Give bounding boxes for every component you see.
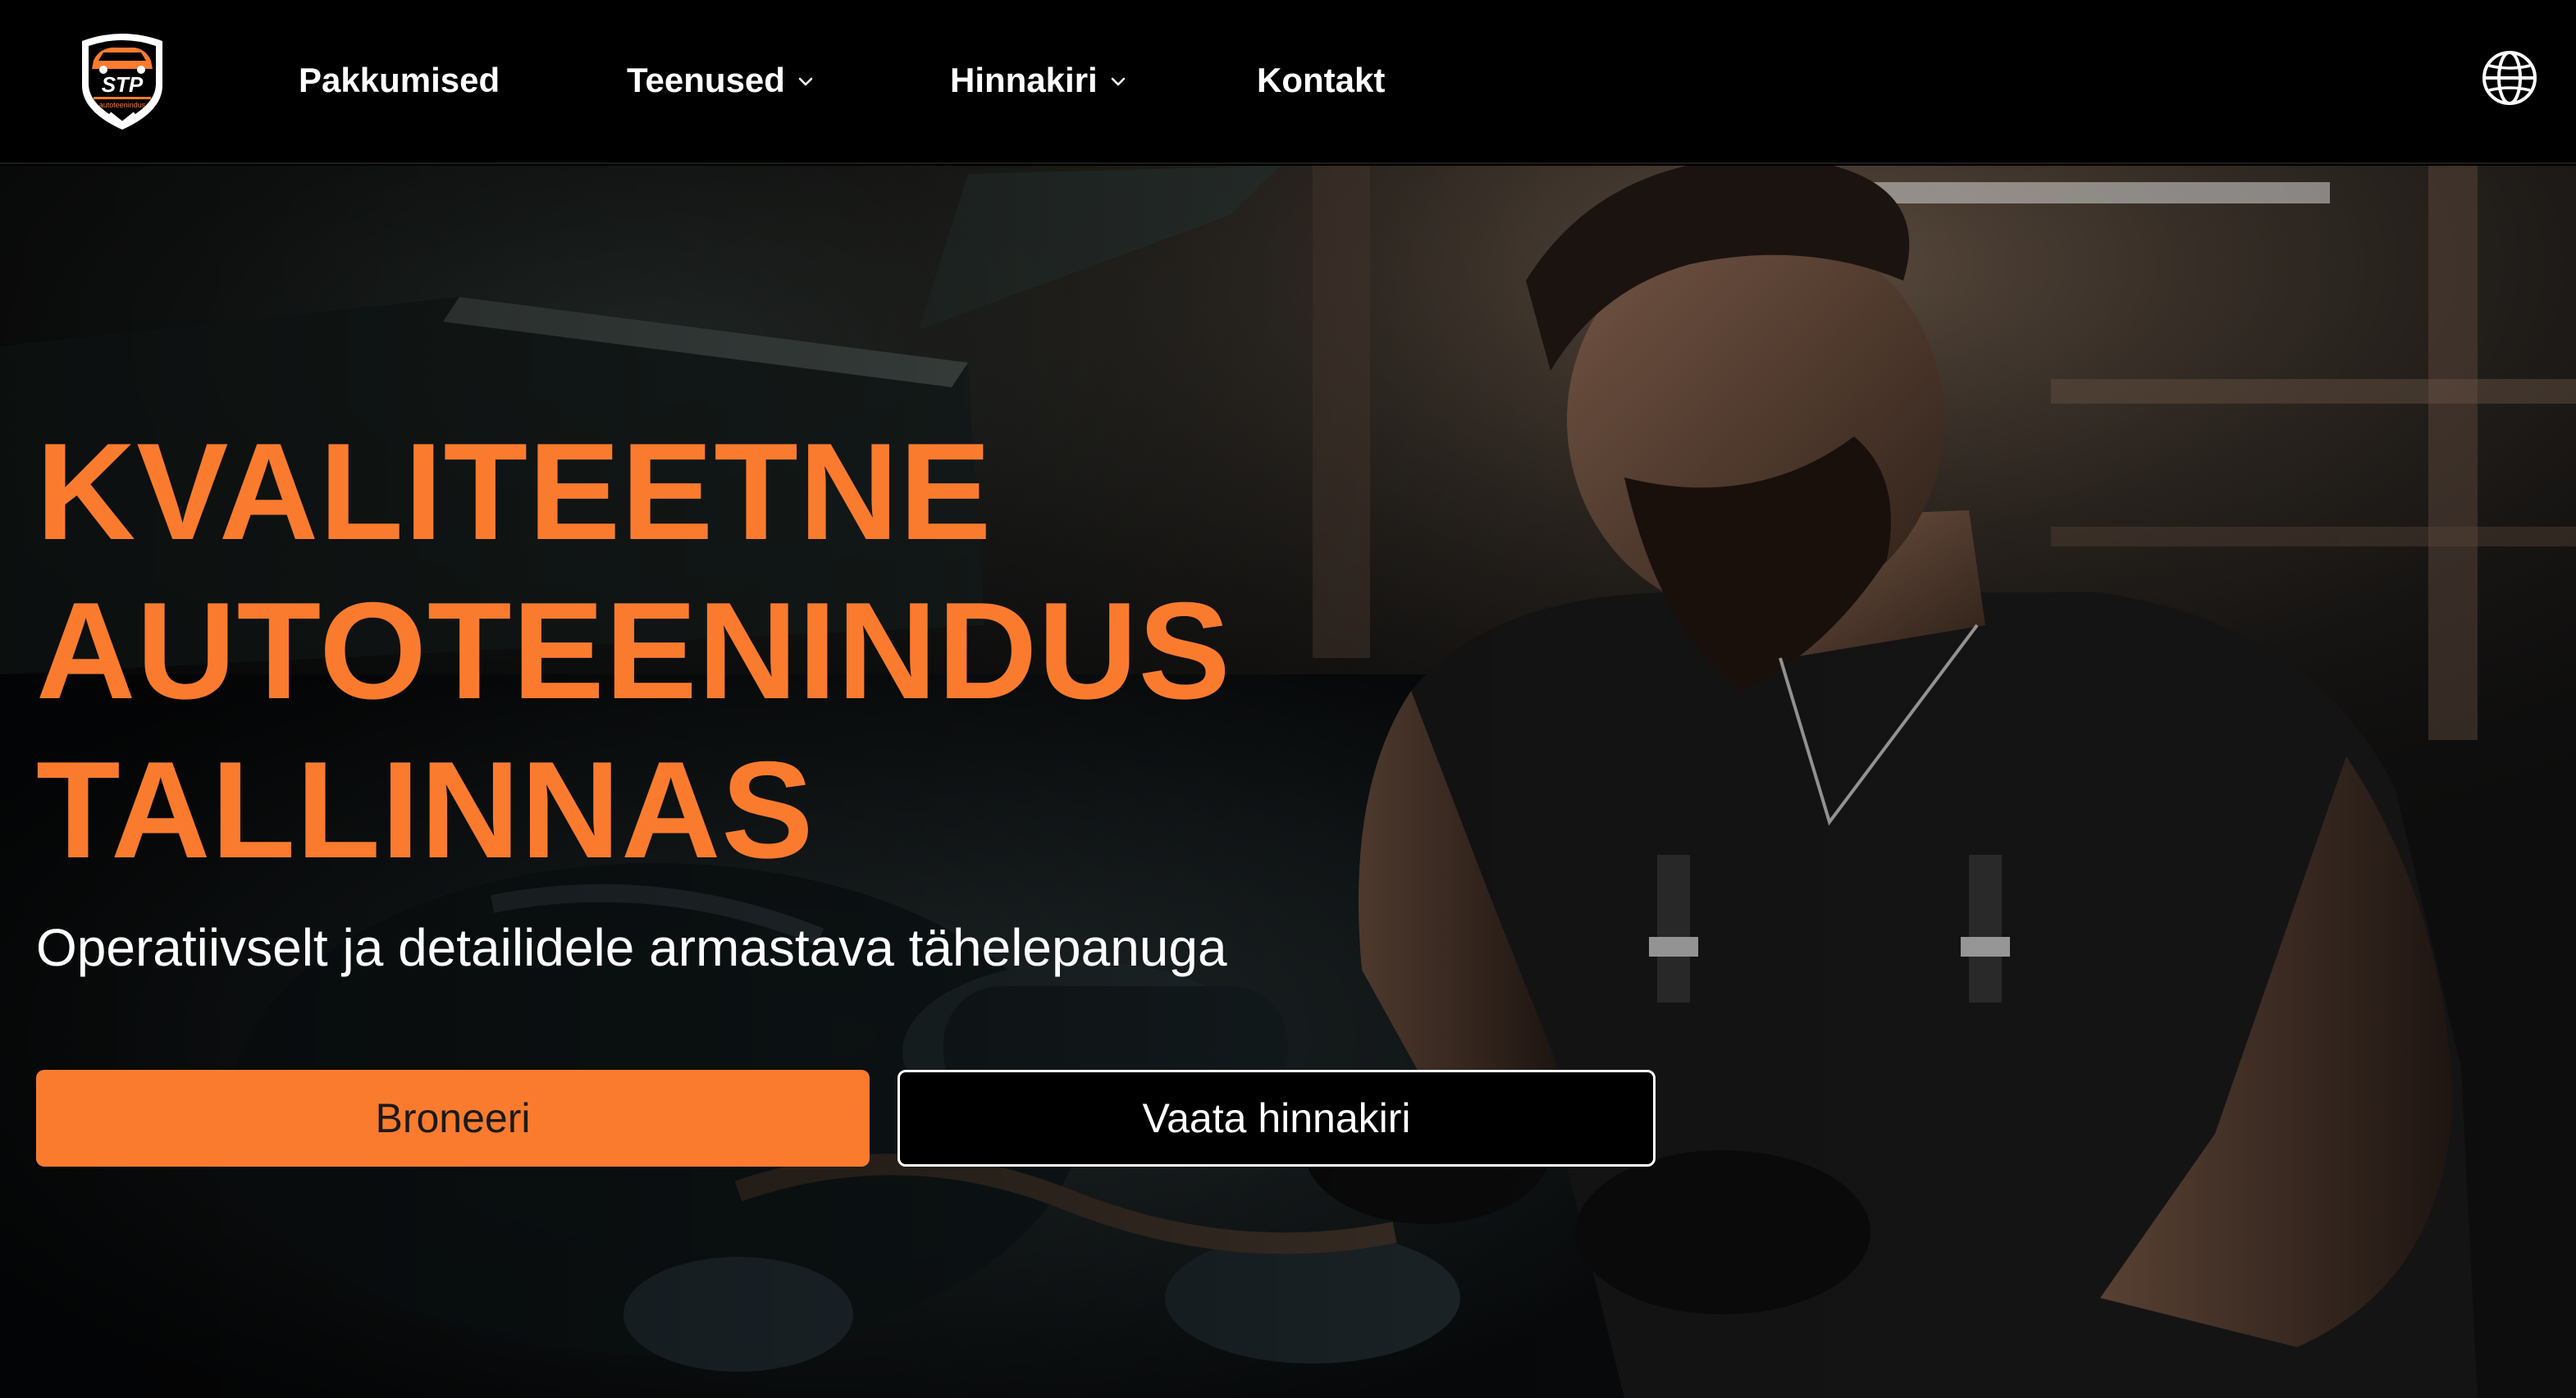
nav-item-label: Kontakt	[1257, 61, 1386, 99]
globe-icon[interactable]	[2481, 49, 2538, 107]
hero-section: KVALITEETNE AUTOTEENINDUS TALLINNAS Oper…	[0, 166, 2576, 1398]
nav-item-hinnakiri[interactable]: Hinnakiri	[950, 54, 1129, 107]
nav-item-label: Pakkumised	[299, 61, 500, 99]
svg-text:autoteenindus: autoteenindus	[99, 101, 146, 109]
nav-item-kontakt[interactable]: Kontakt	[1257, 54, 1385, 107]
nav-item-teenused[interactable]: Teenused	[627, 54, 816, 107]
svg-text:STP: STP	[102, 72, 144, 97]
chevron-down-icon	[1111, 77, 1126, 86]
nav-item-label: Hinnakiri	[950, 61, 1098, 99]
nav-item-label: Teenused	[627, 61, 785, 99]
stp-logo-graphic: STP autoteenindus	[82, 34, 162, 130]
page: STP autoteenindus Pakkumised Teenused Hi…	[0, 0, 2576, 1398]
chevron-down-icon	[798, 77, 813, 86]
headline-line: TALLINNAS	[36, 733, 815, 887]
hero-subheadline: Operatiivselt ja detailidele armastava t…	[36, 918, 1227, 977]
hero-headline: KVALITEETNE AUTOTEENINDUS TALLINNAS	[36, 412, 1349, 889]
nav-item-pakkumised[interactable]: Pakkumised	[299, 54, 500, 107]
book-button[interactable]: Broneeri	[36, 1070, 870, 1167]
headline-line: KVALITEETNE	[36, 414, 993, 569]
stp-logo[interactable]: STP autoteenindus	[71, 25, 174, 133]
top-navigation: STP autoteenindus Pakkumised Teenused Hi…	[0, 0, 2576, 164]
view-price-list-button[interactable]: Vaata hinnakiri	[897, 1070, 1656, 1167]
headline-line: AUTOTEENINDUS	[36, 573, 1231, 728]
